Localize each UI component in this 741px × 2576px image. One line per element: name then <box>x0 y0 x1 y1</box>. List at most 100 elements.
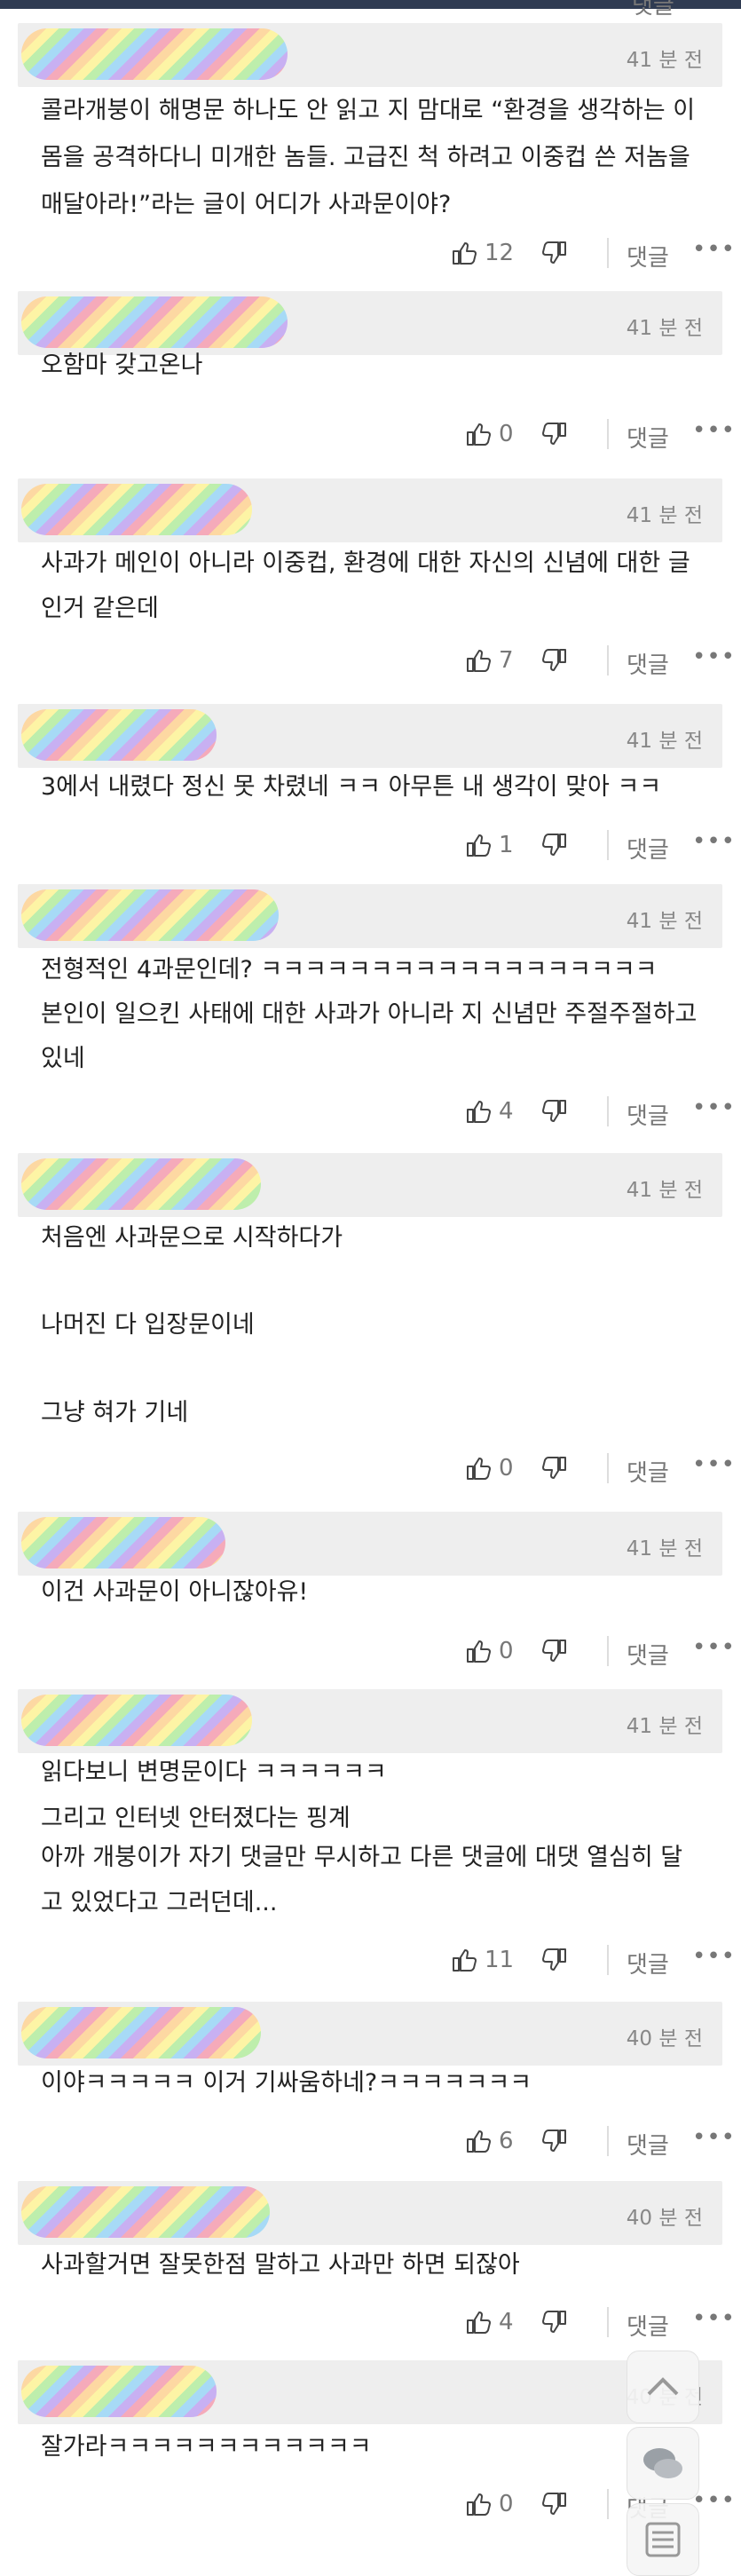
more-options-button[interactable]: ••• <box>692 1943 736 1970</box>
divider <box>607 645 609 676</box>
reply-button[interactable]: 댓글 <box>627 1638 669 1671</box>
dislike-button[interactable] <box>541 2309 568 2335</box>
like-button[interactable]: 11 <box>451 1945 522 1977</box>
like-button[interactable]: 12 <box>451 238 522 270</box>
comment-text-line: 매달아라!”라는 글이 어디가 사과문이야? <box>41 191 452 218</box>
dislike-button[interactable] <box>541 1947 568 1973</box>
reply-button[interactable]: 댓글 <box>627 421 669 454</box>
more-options-button[interactable]: ••• <box>692 828 736 855</box>
list-icon <box>645 2522 681 2557</box>
like-button[interactable]: 0 <box>465 419 536 451</box>
thumbs-down-icon <box>542 2130 566 2152</box>
comment-header: 닉네임40 분 전 <box>18 2360 722 2424</box>
comment-header: 닉네임40 분 전 <box>18 2002 722 2066</box>
more-options-button[interactable]: ••• <box>692 2487 736 2514</box>
redacted-author <box>21 1517 225 1569</box>
comment-text-line: 몸을 공격하다니 미개한 놈들. 고급진 척 하려고 이중컵 쓴 저놈을 <box>41 144 690 171</box>
dislike-button[interactable] <box>541 2128 568 2154</box>
thumbs-up-icon <box>467 650 491 672</box>
dislike-button[interactable] <box>541 1455 568 1482</box>
divider <box>607 830 609 860</box>
like-button[interactable]: 7 <box>465 645 536 677</box>
like-button[interactable]: 0 <box>465 2489 536 2521</box>
divider <box>607 1945 609 1975</box>
reply-button[interactable]: 댓글 <box>627 647 669 680</box>
dislike-button[interactable] <box>541 2491 568 2517</box>
dislike-button[interactable] <box>541 832 568 858</box>
comment-time: 41 분 전 <box>626 317 703 340</box>
divider <box>607 238 609 268</box>
comment-text-line: 이건 사과문이 아니잖아유! <box>41 1578 309 1606</box>
comments-button[interactable] <box>627 2427 699 2500</box>
comment-text-line: 그리고 인터넷 안터졌다는 핑계 <box>41 1805 351 1832</box>
thumbs-up-icon <box>467 1458 491 1480</box>
like-count: 6 <box>499 2128 514 2154</box>
divider <box>607 419 609 449</box>
comment-time: 40 분 전 <box>626 2207 703 2230</box>
redacted-author <box>21 709 217 761</box>
comment-text-line: 고 있었다고 그러던데... <box>41 1889 278 1916</box>
like-button[interactable]: 0 <box>465 1636 536 1668</box>
dislike-button[interactable] <box>541 421 568 447</box>
redacted-author <box>21 1158 261 1210</box>
like-button[interactable]: 4 <box>465 2307 536 2339</box>
comment-text-line: 있네 <box>41 1045 85 1072</box>
more-options-button[interactable]: ••• <box>692 1094 736 1121</box>
comment-text-line: 이야ㅋㅋㅋㅋㅋ 이거 기싸움하네?ㅋㅋㅋㅋㅋㅋㅋ <box>41 2069 532 2097</box>
more-options-button[interactable]: ••• <box>692 1634 736 1661</box>
like-button[interactable]: 1 <box>465 830 536 862</box>
more-options-button[interactable]: ••• <box>692 1451 736 1478</box>
comment-actions: 0 댓글 ••• <box>0 1631 741 1673</box>
like-count: 7 <box>499 647 514 674</box>
comment-text-line: 사과가 메인이 아니라 이중컵, 환경에 대한 자신의 신념에 대한 글 <box>41 549 690 577</box>
like-button[interactable]: 6 <box>465 2126 536 2158</box>
comment-text-line: 잘가라ㅋㅋㅋㅋㅋㅋㅋㅋㅋㅋㅋㅋ <box>41 2433 372 2461</box>
like-button[interactable]: 4 <box>465 1096 536 1128</box>
dislike-button[interactable] <box>541 240 568 266</box>
comment-header: 닉네임41 분 전 <box>18 704 722 768</box>
dislike-button[interactable] <box>541 1638 568 1664</box>
more-options-button[interactable]: ••• <box>692 417 736 444</box>
dislike-button[interactable] <box>541 647 568 674</box>
comment-time: 41 분 전 <box>626 1179 703 1202</box>
dislike-button[interactable] <box>541 1098 568 1125</box>
comment-actions: 12 댓글 ••• <box>0 233 741 275</box>
reply-button[interactable]: 댓글 <box>627 832 669 865</box>
comment-text-line: 본인이 일으킨 사태에 대한 사과가 아니라 지 신념만 주절주절하고 <box>41 1000 698 1028</box>
comment-actions: 4 댓글 ••• <box>0 2302 741 2344</box>
like-count: 0 <box>499 421 514 447</box>
reply-button[interactable]: 댓글 <box>627 1098 669 1131</box>
comments-icon <box>643 2448 682 2478</box>
more-options-button[interactable]: ••• <box>692 2124 736 2151</box>
scroll-top-button[interactable] <box>627 2351 699 2423</box>
thumbs-down-icon <box>542 241 566 264</box>
comment-actions: 4 댓글 ••• <box>0 1091 741 1134</box>
reply-button[interactable]: 댓글 <box>627 240 669 273</box>
comment-text-line: 사과할거면 잘못한점 말하고 사과만 하면 되잖아 <box>41 2251 520 2279</box>
more-options-button[interactable]: ••• <box>692 644 736 670</box>
comment-actions: 0 댓글 ••• <box>0 1448 741 1490</box>
like-count: 0 <box>499 2491 514 2517</box>
comment-header: 닉네임41 분 전 <box>18 1153 722 1217</box>
reply-button[interactable]: 댓글 <box>627 1947 669 1979</box>
redacted-author <box>21 2186 270 2238</box>
divider <box>607 1453 609 1483</box>
like-count: 0 <box>499 1638 514 1664</box>
reply-button[interactable]: 댓글 <box>627 2128 669 2161</box>
comment-header: 닉네임41 분 전 <box>18 478 722 542</box>
comment-actions: 11 댓글 ••• <box>0 1940 741 1982</box>
more-options-button[interactable]: ••• <box>692 2305 736 2332</box>
list-button[interactable] <box>627 2503 699 2576</box>
divider <box>607 2126 609 2156</box>
more-options-button[interactable]: ••• <box>692 236 736 263</box>
comment-time: 41 분 전 <box>626 730 703 753</box>
like-count: 4 <box>499 2309 514 2335</box>
top-bar <box>0 0 741 9</box>
reply-button[interactable]: 댓글 <box>627 1455 669 1488</box>
comment-text-line: 오함마 갖고온나 <box>41 352 203 379</box>
comment-time: 41 분 전 <box>626 1537 703 1561</box>
like-button[interactable]: 0 <box>465 1453 536 1485</box>
thumbs-up-icon <box>467 2130 491 2153</box>
thumbs-down-icon <box>542 423 566 445</box>
reply-button[interactable]: 댓글 <box>627 2309 669 2342</box>
